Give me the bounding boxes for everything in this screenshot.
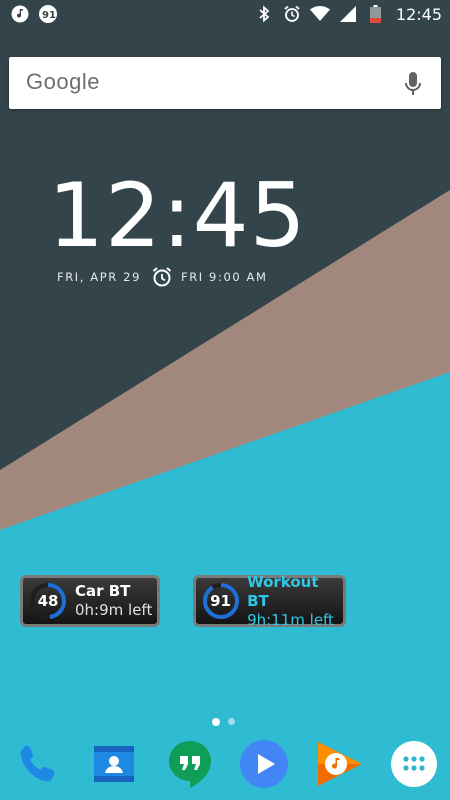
battery-ring: 48 <box>29 582 67 620</box>
battery-ring: 91 <box>202 582 239 620</box>
notification-badge-icon: 91 <box>38 4 58 24</box>
alarm-icon <box>282 4 302 24</box>
page-dot <box>228 718 235 725</box>
battery-widget-car-bt[interactable]: 48 Car BT 0h:9m left <box>20 575 160 627</box>
device-name: Car BT <box>75 582 131 600</box>
play-store-icon[interactable] <box>238 738 290 790</box>
time-left: 0h:9m left <box>75 601 153 619</box>
page-indicator <box>212 718 235 726</box>
google-logo: Google <box>26 69 100 94</box>
clock-widget-date-row[interactable]: FRI, APR 29 FRI 9:00 AM <box>57 266 268 288</box>
hangouts-icon[interactable] <box>164 738 216 790</box>
status-bar[interactable]: 91 12:45 <box>0 0 450 28</box>
app-drawer-icon[interactable] <box>388 738 440 790</box>
signal-icon <box>338 4 358 24</box>
notification-badge-text: 91 <box>42 10 56 21</box>
alarm-clock-icon <box>151 266 173 288</box>
battery-level: 48 <box>37 592 59 610</box>
contacts-icon[interactable] <box>88 738 140 790</box>
bluetooth-icon <box>254 4 274 24</box>
battery-widget-workout-bt[interactable]: 91 Workout BT 9h:11m left <box>193 572 346 629</box>
phone-icon[interactable] <box>12 738 64 790</box>
play-music-icon[interactable] <box>313 738 365 790</box>
battery-level: 91 <box>210 592 231 610</box>
microphone-icon[interactable] <box>403 71 423 97</box>
clock-widget-time[interactable]: 12:45 <box>48 172 307 260</box>
music-note-icon <box>10 4 30 24</box>
page-dot-active <box>212 718 220 726</box>
app-dock <box>0 738 450 794</box>
clock-date: FRI, APR 29 <box>57 270 141 284</box>
google-search-bar[interactable]: Google <box>9 57 441 109</box>
device-name: Workout BT <box>247 572 319 610</box>
next-alarm: FRI 9:00 AM <box>181 270 268 284</box>
time-left: 9h:11m left <box>247 610 334 629</box>
wifi-icon <box>309 4 330 24</box>
status-bar-time: 12:45 <box>395 4 442 24</box>
wallpaper <box>0 0 450 800</box>
battery-icon <box>366 4 386 24</box>
